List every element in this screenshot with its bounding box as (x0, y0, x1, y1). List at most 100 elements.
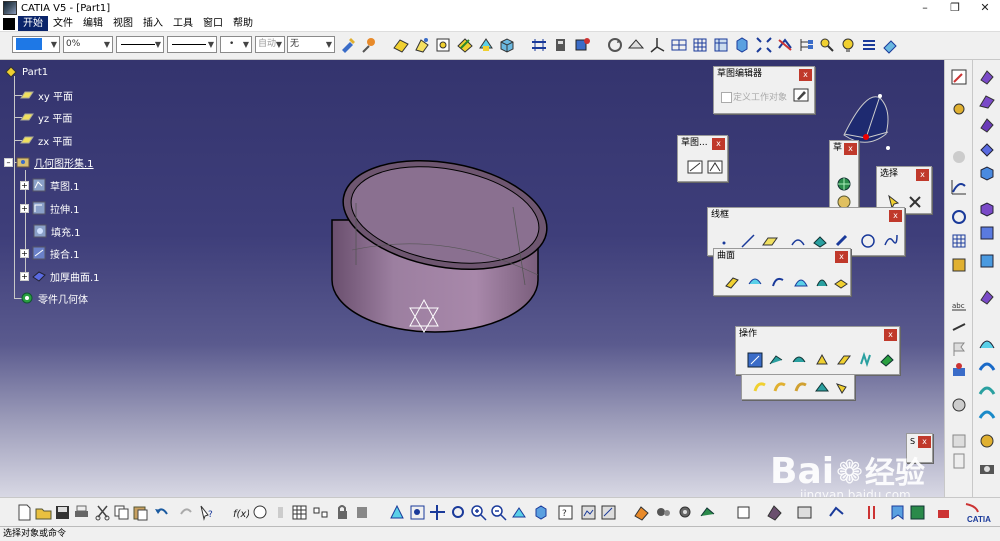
rotate-icon[interactable] (606, 36, 624, 54)
print-icon[interactable] (73, 504, 90, 521)
fill-color-select[interactable]: ▼ (12, 36, 60, 53)
kinematics-icon[interactable] (699, 504, 716, 521)
layers-icon[interactable] (860, 36, 878, 54)
lock-icon[interactable] (334, 504, 351, 521)
close-surface-icon[interactable] (978, 116, 996, 134)
translate-icon[interactable] (858, 352, 874, 368)
zoom-in-icon[interactable] (470, 504, 487, 521)
menu-tools[interactable]: 工具 (168, 16, 198, 31)
box-icon[interactable] (498, 36, 516, 54)
extrapolate-icon[interactable] (879, 352, 895, 368)
pattern-icon[interactable] (978, 224, 996, 242)
split-icon[interactable] (768, 352, 784, 368)
close-icon[interactable]: x (884, 329, 897, 341)
tree-root[interactable]: Part1 (4, 64, 48, 80)
offset-surface-icon[interactable] (978, 382, 996, 400)
shaft-icon[interactable] (477, 36, 495, 54)
expand-icon[interactable]: + (20, 180, 29, 190)
analysis-icon[interactable] (950, 396, 968, 414)
reaction-icon[interactable] (354, 504, 371, 521)
sketcher-icon[interactable] (950, 68, 968, 86)
disabled-tool-icon[interactable] (272, 504, 289, 521)
loft-icon[interactable] (814, 274, 830, 290)
close-icon[interactable]: x (844, 143, 857, 155)
revolve-surface-icon[interactable] (747, 274, 763, 290)
tree-item-join[interactable]: + 接合.1 (20, 245, 80, 261)
thick-cylinder-model[interactable] (320, 115, 560, 345)
split-body-icon[interactable] (978, 164, 996, 182)
menu-file[interactable]: 文件 (48, 16, 78, 31)
grid-snap-icon[interactable] (766, 504, 783, 521)
sweep-icon[interactable] (770, 274, 786, 290)
fit-all-icon[interactable] (755, 36, 773, 54)
point-symbol-select[interactable]: • ▼ (220, 36, 252, 53)
close-icon[interactable]: ✕ (970, 0, 1000, 16)
extra-icon[interactable] (935, 504, 952, 521)
close-icon[interactable]: x (712, 138, 725, 150)
expand-icon[interactable]: + (20, 271, 29, 281)
new-icon[interactable] (16, 504, 33, 521)
globe-icon[interactable] (836, 176, 852, 192)
offset-icon[interactable] (834, 233, 850, 249)
grid-icon[interactable] (691, 36, 709, 54)
fillet-icon[interactable] (836, 352, 852, 368)
spline-icon[interactable] (883, 233, 899, 249)
redo-icon[interactable] (178, 504, 195, 521)
axis-system-icon[interactable] (648, 36, 666, 54)
circle-icon[interactable] (860, 233, 876, 249)
line-icon[interactable] (740, 233, 756, 249)
menu-help[interactable]: 帮助 (228, 16, 258, 31)
extrude-surface-icon[interactable] (724, 274, 740, 290)
normal-view-icon[interactable] (511, 504, 528, 521)
hole-icon[interactable] (434, 36, 452, 54)
view-layout-icon[interactable] (796, 504, 813, 521)
document-icon[interactable] (3, 17, 15, 30)
scaling-icon[interactable] (793, 379, 809, 395)
view-manager-icon[interactable] (909, 504, 926, 521)
intersection-icon[interactable] (812, 233, 828, 249)
paste-icon[interactable] (132, 504, 149, 521)
plane-icon[interactable] (762, 233, 778, 249)
transparency-select[interactable]: 0% ▼ (63, 36, 113, 53)
shell-icon[interactable] (978, 358, 996, 376)
pattern-grid-icon[interactable] (950, 232, 968, 250)
print-preview-icon[interactable] (735, 504, 752, 521)
cube-view-icon[interactable] (733, 36, 751, 54)
disabled-icon[interactable] (950, 148, 968, 166)
affinity-icon[interactable] (814, 379, 830, 395)
blend-icon[interactable] (833, 274, 849, 290)
close-icon[interactable]: x (835, 251, 848, 263)
draft-icon[interactable] (978, 334, 996, 352)
zoom-out-icon[interactable] (490, 504, 507, 521)
formula-icon[interactable]: f(x) (232, 504, 249, 521)
pan-compass-icon[interactable] (389, 504, 406, 521)
menu-window[interactable]: 窗口 (198, 16, 228, 31)
fit-all-icon[interactable] (409, 504, 426, 521)
brush-icon[interactable] (360, 36, 378, 54)
menu-edit[interactable]: 编辑 (78, 16, 108, 31)
line-thickness-select[interactable]: ▼ (116, 36, 164, 53)
sew-surface-icon[interactable] (978, 140, 996, 158)
save-icon[interactable] (54, 504, 71, 521)
eraser-icon[interactable] (881, 36, 899, 54)
rotate-icon[interactable] (752, 379, 768, 395)
specification-tree-icon[interactable] (797, 36, 815, 54)
menu-view[interactable]: 视图 (108, 16, 138, 31)
constraint-icon[interactable] (950, 362, 968, 380)
3d-viewport[interactable]: Part1 xy 平面 yz 平面 zx 平面 – 几何图形集.1 + 草图.1… (0, 60, 944, 497)
pad-icon[interactable] (392, 36, 410, 54)
expand-icon[interactable]: + (20, 248, 29, 258)
tree-item-zx-plane[interactable]: zx 平面 (20, 132, 72, 148)
abc-icon[interactable]: abc (950, 298, 968, 316)
design-table-icon[interactable] (291, 504, 308, 521)
open-icon[interactable] (35, 504, 52, 521)
close-icon[interactable]: x (799, 69, 812, 81)
positioned-sketch-icon[interactable] (707, 159, 723, 175)
menu-insert[interactable]: 插入 (138, 16, 168, 31)
bookmark-icon[interactable] (889, 504, 906, 521)
rotate-view-icon[interactable] (450, 504, 467, 521)
pan-icon[interactable] (429, 504, 446, 521)
tree-item-thick-surface[interactable]: + 加厚曲面.1 (20, 268, 100, 284)
restore-icon[interactable]: ❐ (940, 0, 970, 16)
render-icon[interactable] (580, 504, 597, 521)
